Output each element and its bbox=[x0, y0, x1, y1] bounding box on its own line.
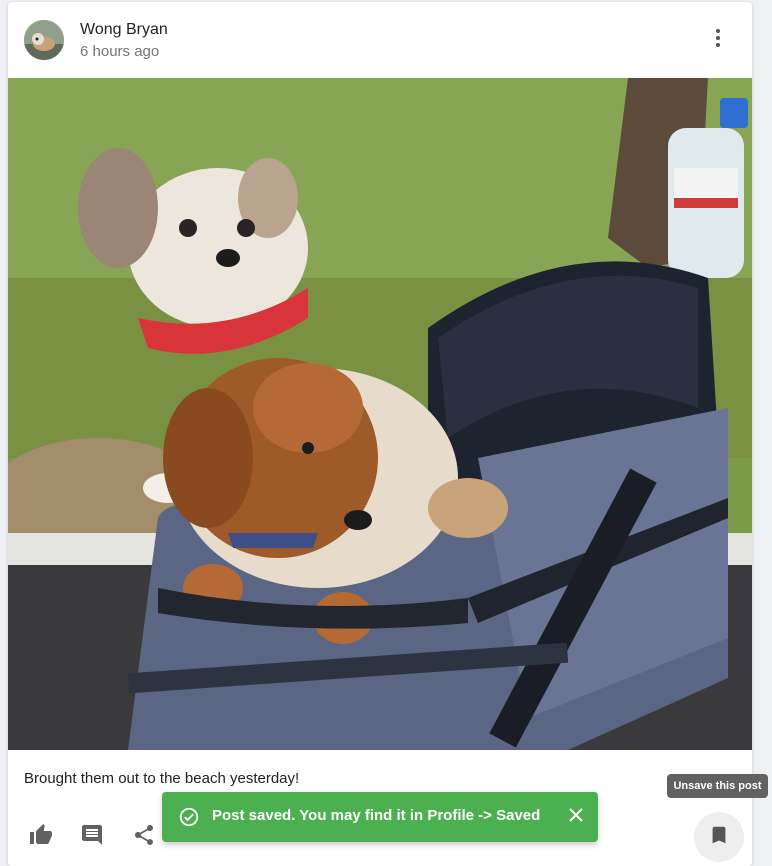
author-name[interactable]: Wong Bryan bbox=[80, 21, 168, 39]
more-vert-icon bbox=[706, 26, 730, 55]
snackbar: Post saved. You may find it in Profile -… bbox=[162, 792, 598, 842]
snackbar-message: Post saved. You may find it in Profile -… bbox=[212, 807, 541, 824]
share-icon bbox=[132, 823, 156, 852]
post-caption: Brought them out to the beach yesterday! bbox=[24, 770, 300, 787]
snackbar-close-button[interactable] bbox=[564, 805, 588, 829]
post-header: Wong Bryan 6 hours ago bbox=[8, 2, 752, 78]
post-card: Wong Bryan 6 hours ago Brought them out … bbox=[8, 2, 752, 866]
post-photo bbox=[8, 78, 752, 750]
more-options-button[interactable] bbox=[702, 24, 734, 56]
save-button[interactable] bbox=[694, 812, 744, 862]
avatar[interactable] bbox=[24, 20, 64, 60]
like-button[interactable] bbox=[24, 820, 58, 854]
close-icon bbox=[568, 807, 584, 828]
comment-icon bbox=[80, 823, 104, 852]
comment-button[interactable] bbox=[75, 820, 109, 854]
bookmark-icon bbox=[708, 824, 730, 851]
check-circle-icon bbox=[178, 806, 200, 828]
share-button[interactable] bbox=[127, 820, 161, 854]
thumb-up-icon bbox=[29, 823, 53, 852]
tooltip: Unsave this post bbox=[667, 774, 768, 798]
post-time: 6 hours ago bbox=[80, 43, 160, 60]
